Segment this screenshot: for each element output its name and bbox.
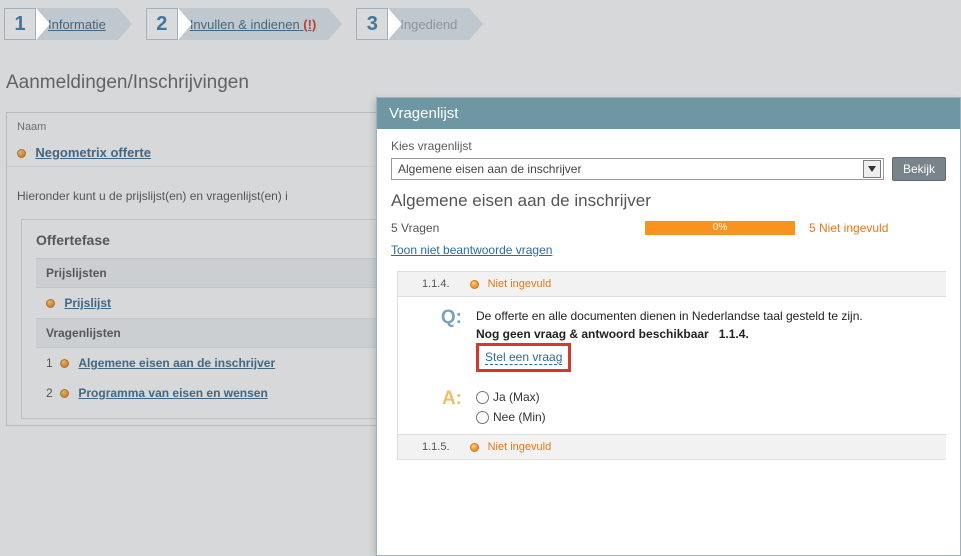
step-number: 1 <box>4 8 36 40</box>
status-dot-icon <box>17 149 26 158</box>
answer-row: A: Ja (Max) Nee (Min) <box>398 378 946 434</box>
status-dot-icon <box>60 389 69 398</box>
question-text: De offerte en alle documenten dienen in … <box>476 307 936 325</box>
wizard-steps: 1 Informatie 2 Invullen & indienen (!) 3… <box>0 0 961 52</box>
question-row: Q: De offerte en alle documenten dienen … <box>398 297 946 378</box>
question-number: 1.1.4. <box>422 278 450 290</box>
answer-option-yes[interactable]: Ja (Max) <box>476 388 936 406</box>
question-list: 1.1.4. Niet ingevuld Q: De offerte en al… <box>397 271 946 460</box>
step-number: 3 <box>356 8 388 40</box>
q-label: Q: <box>438 307 462 372</box>
prijslijst-link[interactable]: Prijslijst <box>64 296 111 310</box>
question-number: 1.1.5. <box>422 441 450 453</box>
status-dot-icon <box>46 299 55 308</box>
select-value: Algemene eisen aan de inschrijver <box>398 162 581 176</box>
chevron-down-icon[interactable] <box>863 160 881 178</box>
step-1[interactable]: 1 Informatie <box>4 6 132 42</box>
offer-link[interactable]: Negometrix offerte <box>35 145 151 160</box>
vragenlijst-select[interactable]: Algemene eisen aan de inschrijver <box>391 158 884 180</box>
question-count: 5 Vragen <box>391 221 631 235</box>
questionlist-title: Algemene eisen aan de inschrijver <box>391 191 946 211</box>
remaining-count: 5 Niet ingevuld <box>809 221 888 235</box>
step-label[interactable]: Invullen & indienen (!) <box>178 8 328 40</box>
answer-option-no[interactable]: Nee (Min) <box>476 408 936 426</box>
question-header: 1.1.4. Niet ingevuld <box>398 271 946 297</box>
bekijk-button[interactable]: Bekijk <box>892 157 946 181</box>
status-dot-icon <box>470 443 479 452</box>
status-dot-icon <box>60 359 69 368</box>
status-dot-icon <box>470 280 479 289</box>
question-subcode: 1.1.4. <box>719 327 749 341</box>
question-subtext: Nog geen vraag & antwoord beschikbaar <box>476 327 709 341</box>
progress-bar: 0% <box>645 221 795 235</box>
vragenlijst-dialog: Vragenlijst Kies vragenlijst Algemene ei… <box>376 97 961 556</box>
show-unanswered-link[interactable]: Toon niet beantwoorde vragen <box>391 243 552 257</box>
radio-yes[interactable] <box>476 391 489 404</box>
step-2[interactable]: 2 Invullen & indienen (!) <box>146 6 342 42</box>
select-label: Kies vragenlijst <box>391 139 946 153</box>
a-label: A: <box>438 388 462 428</box>
radio-no[interactable] <box>476 411 489 424</box>
status-badge: Niet ingevuld <box>488 441 552 453</box>
vragenlijst-link[interactable]: Algemene eisen aan de inschrijver <box>78 356 275 370</box>
dialog-title: Vragenlijst <box>377 98 960 129</box>
ask-question-highlight: Stel een vraag <box>476 343 571 372</box>
vragenlijst-link[interactable]: Programma van eisen en wensen <box>78 386 267 400</box>
alert-icon: (!) <box>303 17 316 32</box>
step-number: 2 <box>146 8 178 40</box>
step-3: 3 Ingediend <box>356 6 483 42</box>
ask-question-link[interactable]: Stel een vraag <box>485 350 562 365</box>
question-header: 1.1.5. Niet ingevuld <box>398 434 946 460</box>
progress-row: 5 Vragen 0% 5 Niet ingevuld <box>391 221 946 235</box>
status-badge: Niet ingevuld <box>488 278 552 290</box>
